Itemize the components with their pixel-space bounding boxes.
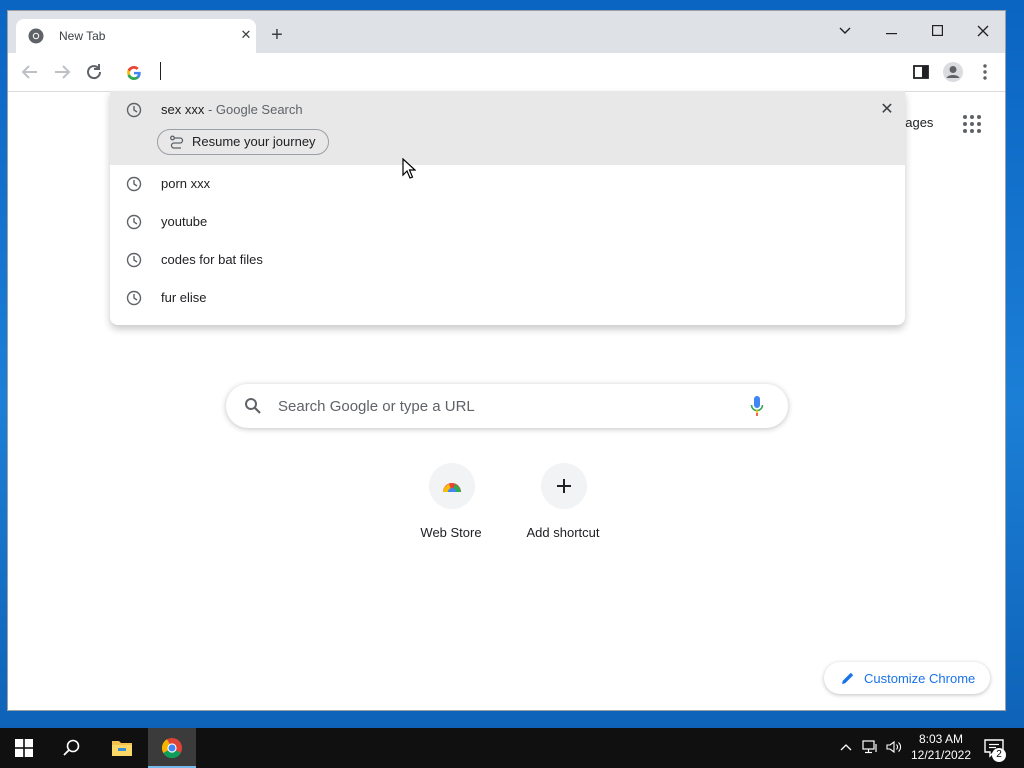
omnibox[interactable]	[110, 53, 906, 91]
taskbar-search-button[interactable]	[48, 728, 96, 768]
side-panel-button[interactable]	[910, 61, 932, 83]
notification-count-badge: 2	[992, 748, 1006, 762]
history-clock-icon	[126, 252, 142, 268]
tab-search-icon[interactable]	[822, 17, 868, 45]
title-bar: New Tab ✕ +	[8, 11, 1005, 53]
apps-grid-icon[interactable]	[963, 115, 983, 135]
taskbar: 8:03 AM 12/21/2022 2	[0, 728, 1024, 768]
mouse-pointer-icon	[402, 158, 416, 179]
text-cursor	[160, 62, 161, 80]
history-clock-icon	[126, 214, 142, 230]
shortcut-web-store[interactable]: Web Store	[395, 461, 507, 551]
show-hidden-icons-icon[interactable]	[838, 740, 854, 756]
search-icon	[63, 739, 80, 756]
shortcut-tile	[541, 463, 587, 509]
suggestion-item[interactable]: fur elise	[110, 279, 905, 317]
suggestion-text: youtube	[161, 214, 208, 229]
reload-button[interactable]	[82, 60, 106, 84]
forward-button[interactable]	[50, 60, 74, 84]
ntp-search-box[interactable]: Search Google or type a URL	[226, 384, 788, 428]
search-placeholder: Search Google or type a URL	[278, 398, 475, 415]
remove-suggestion-icon[interactable]: ✕	[878, 101, 896, 119]
suggestion-text: sex xxx - Google Search	[161, 102, 303, 117]
suggestion-item[interactable]: codes for bat files	[110, 241, 905, 279]
close-window-button[interactable]	[960, 17, 1005, 45]
back-button[interactable]	[18, 60, 42, 84]
side-panel-icon	[913, 65, 929, 79]
chrome-window: New Tab ✕ + nages Search Google or type …	[7, 10, 1006, 711]
shortcut-label: Add shortcut	[526, 525, 600, 540]
shortcut-label: Web Store	[420, 525, 482, 540]
pencil-icon	[842, 672, 854, 684]
toolbar	[8, 53, 1005, 92]
journey-icon	[170, 135, 184, 149]
windows-logo-icon	[15, 739, 33, 757]
customize-chrome-button[interactable]: Customize Chrome	[824, 662, 990, 694]
customize-label: Customize Chrome	[864, 671, 976, 686]
omnibox-dropdown: sex xxx - Google Search ✕ Resume your jo…	[110, 91, 905, 325]
tab-title: New Tab	[59, 29, 106, 43]
tab-new-tab[interactable]: New Tab ✕	[16, 19, 256, 53]
history-clock-icon	[126, 102, 142, 118]
volume-icon[interactable]	[886, 740, 902, 756]
reload-icon	[87, 64, 102, 80]
suggestion-text: porn xxx	[161, 176, 211, 191]
clock-time: 8:03 AM	[918, 732, 964, 746]
shortcut-add[interactable]: Add shortcut	[507, 461, 619, 551]
system-clock[interactable]: 8:03 AM 12/21/2022	[908, 731, 974, 763]
minimize-button[interactable]	[868, 17, 914, 45]
suggestion-text: codes for bat files	[161, 252, 263, 267]
google-g-icon	[127, 66, 141, 80]
folder-icon	[112, 741, 132, 756]
microphone-icon[interactable]	[750, 395, 764, 417]
suggestion-text: fur elise	[161, 290, 207, 305]
suggestion-item[interactable]: sex xxx - Google Search ✕ Resume your jo…	[110, 91, 905, 165]
journey-label: Resume your journey	[192, 134, 316, 149]
avatar-icon	[943, 62, 963, 82]
search-icon	[245, 398, 261, 414]
clock-date: 12/21/2022	[910, 748, 972, 762]
network-icon[interactable]	[862, 740, 878, 756]
maximize-button[interactable]	[914, 17, 960, 45]
history-clock-icon	[126, 290, 142, 306]
suggestion-item[interactable]: porn xxx	[110, 165, 905, 203]
file-explorer-button[interactable]	[98, 728, 146, 768]
chrome-logo-icon	[161, 738, 182, 759]
start-button[interactable]	[0, 728, 48, 768]
chrome-logo-icon	[28, 28, 44, 44]
resume-journey-chip[interactable]: Resume your journey	[157, 129, 329, 155]
history-clock-icon	[126, 176, 142, 192]
profile-button[interactable]	[942, 61, 964, 83]
menu-button[interactable]	[974, 61, 996, 83]
arrow-left-icon	[21, 65, 37, 79]
chrome-taskbar-button[interactable]	[148, 728, 196, 768]
tab-close-icon[interactable]: ✕	[238, 27, 254, 43]
plus-icon	[557, 479, 571, 493]
more-vert-icon	[983, 64, 987, 80]
web-store-icon	[442, 483, 462, 496]
suggestion-item[interactable]: youtube	[110, 203, 905, 241]
new-tab-button[interactable]: +	[266, 25, 288, 47]
arrow-right-icon	[55, 65, 71, 79]
shortcut-tile	[429, 463, 475, 509]
